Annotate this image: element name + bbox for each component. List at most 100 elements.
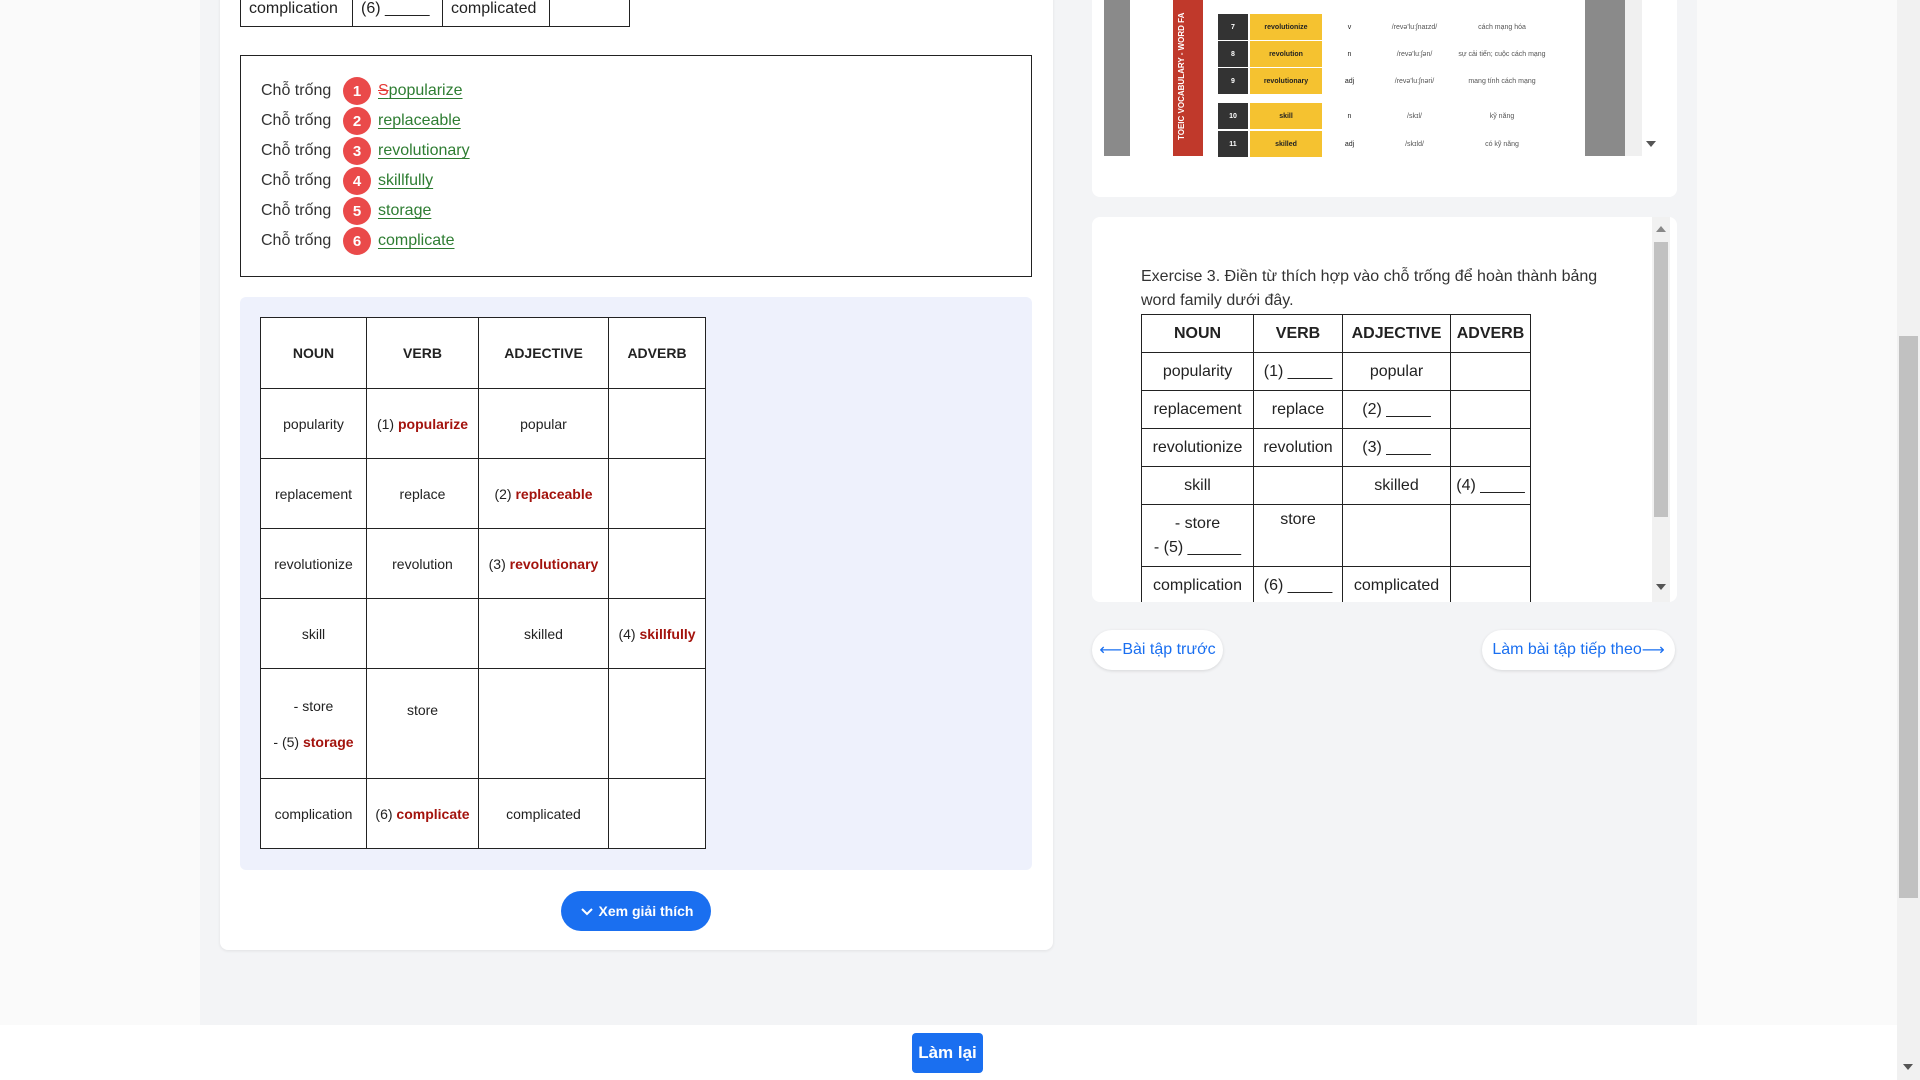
table-cell: popular bbox=[1342, 352, 1451, 391]
answer-text[interactable]: revolutionary bbox=[378, 142, 470, 160]
table-cell bbox=[1342, 504, 1451, 567]
table-cell: complicated bbox=[1342, 566, 1451, 602]
blank-number-badge: 2 bbox=[343, 107, 371, 135]
view-explanation-label: Xem giải thích bbox=[598, 903, 694, 919]
table-row: popularity (1) popularize popular bbox=[260, 388, 706, 459]
table-row: popularity (1) _____ popular bbox=[1141, 352, 1531, 391]
table-row: complication (6) complicate complicated bbox=[260, 778, 706, 849]
cell-line: - (5) storage bbox=[261, 734, 366, 750]
vocab-number: 7 bbox=[1218, 14, 1248, 40]
previous-exercise-label: Bài tập trước bbox=[1122, 641, 1216, 658]
answer-text[interactable]: Spopularize bbox=[378, 82, 463, 100]
vocabulary-row: 7 revolutionize v /revə'luːʃnaɪzd/ cách … bbox=[1218, 14, 1552, 40]
vocab-meaning: mang tính cách mạng bbox=[1468, 77, 1536, 85]
answer-word: popularize bbox=[388, 82, 463, 99]
table-row: skill skilled (4) _____ bbox=[1141, 466, 1531, 505]
page-scrollbar-thumb[interactable] bbox=[1899, 336, 1918, 898]
blank-prefix: (1) bbox=[376, 415, 398, 432]
vocab-pos: v bbox=[1347, 23, 1352, 31]
page-scroll-down-icon[interactable] bbox=[1903, 1064, 1913, 1070]
header-noun: NOUN bbox=[1141, 314, 1254, 353]
table-cell: complication bbox=[240, 0, 353, 27]
next-exercise-label: Làm bài tập tiếp theo bbox=[1492, 641, 1642, 658]
table-row: complication (6) _____ complicated bbox=[240, 0, 630, 27]
scroll-down-icon[interactable] bbox=[1646, 141, 1656, 147]
table-header-row: NOUN VERB ADJECTIVE ADVERB bbox=[1141, 314, 1531, 353]
exercise-scroll-area[interactable]: Exercise 3. Điền từ thích hợp vào chỗ tr… bbox=[1092, 217, 1652, 602]
vocab-meaning: có kỹ năng bbox=[1485, 140, 1519, 148]
table-cell: complicated bbox=[478, 778, 609, 849]
vocabulary-side-text: TOEIC VOCABULARY - WORD FA bbox=[1177, 12, 1186, 140]
table-cell bbox=[366, 598, 479, 669]
vocabulary-row: 11 skilled adj /skɪld/ có kỹ năng bbox=[1218, 131, 1552, 157]
blank-label: Chỗ trống bbox=[261, 172, 332, 189]
chevron-down-icon bbox=[580, 908, 593, 916]
table-row: revolutionize revolution (3) revolutiona… bbox=[260, 528, 706, 599]
next-exercise-button[interactable]: Làm bài tập tiếp theo ⟶ bbox=[1482, 630, 1675, 670]
header-adjective: ADJECTIVE bbox=[1342, 314, 1451, 353]
vocabulary-row: 8 revolution n /revə'luːʃən/ sự cải tiến… bbox=[1218, 41, 1552, 67]
answer-text[interactable]: replaceable bbox=[378, 112, 461, 130]
vocab-word: skilled bbox=[1250, 131, 1322, 157]
blank-prefix: - (5) bbox=[273, 733, 303, 750]
previous-exercise-button[interactable]: ⟵ Bài tập trước bbox=[1092, 630, 1223, 670]
redo-button[interactable]: Làm lại bbox=[912, 1033, 983, 1073]
table-cell: popularity bbox=[260, 388, 367, 459]
vocabulary-side-banner: TOEIC VOCABULARY - WORD FA bbox=[1173, 0, 1203, 156]
right-gutter bbox=[1697, 0, 1897, 1080]
table-cell: replace bbox=[1253, 390, 1343, 429]
table-cell: (6) _____ bbox=[352, 0, 443, 27]
exercise-scrollbar-thumb[interactable] bbox=[1654, 242, 1668, 517]
vocab-meaning: kỹ năng bbox=[1489, 112, 1515, 120]
answer-item-1: Chỗ trống 1 Spopularize bbox=[261, 77, 463, 105]
solution-panel: NOUN VERB ADJECTIVE ADVERB popularity (1… bbox=[240, 297, 1032, 870]
view-explanation-button[interactable]: Xem giải thích bbox=[561, 891, 711, 931]
table-cell: (4) _____ bbox=[1450, 466, 1531, 505]
image-scrollbar[interactable] bbox=[1625, 0, 1642, 156]
blank-number-badge: 1 bbox=[343, 77, 371, 105]
vocab-word: revolutionary bbox=[1250, 68, 1322, 94]
answer-text[interactable]: storage bbox=[378, 202, 431, 220]
table-cell: - store - (5) ______ bbox=[1141, 504, 1254, 567]
exercise-title: Exercise 3. Điền từ thích hợp vào chỗ tr… bbox=[1141, 268, 1598, 309]
table-cell: (2) _____ bbox=[1342, 390, 1451, 429]
table-row: complication (6) _____ complicated bbox=[1141, 566, 1531, 602]
blank-label: Chỗ trống bbox=[261, 112, 332, 129]
table-cell: (3) revolutionary bbox=[478, 528, 609, 599]
blank-number-badge: 4 bbox=[343, 167, 371, 195]
header-noun: NOUN bbox=[260, 317, 367, 389]
table-cell: (2) replaceable bbox=[478, 458, 609, 529]
table-cell: complication bbox=[1141, 566, 1254, 602]
header-verb: VERB bbox=[366, 317, 479, 389]
answer-text[interactable]: skillfully bbox=[378, 172, 433, 190]
left-gutter bbox=[0, 0, 200, 1080]
answer-word: popularize bbox=[397, 415, 468, 432]
table-cell: skill bbox=[260, 598, 367, 669]
answer-word: storage bbox=[302, 733, 354, 750]
header-adjective: ADJECTIVE bbox=[478, 317, 609, 389]
answer-word: complicate bbox=[396, 805, 470, 822]
table-cell: replace bbox=[366, 458, 479, 529]
table-cell: popularity bbox=[1141, 352, 1254, 391]
table-row: - store - (5) ______ store bbox=[1141, 504, 1531, 567]
scroll-down-icon[interactable] bbox=[1656, 584, 1666, 590]
vocab-number: 11 bbox=[1218, 131, 1248, 157]
table-cell: (6) complicate bbox=[366, 778, 479, 849]
vocab-pos: adj bbox=[1344, 140, 1355, 148]
vocab-pos: adj bbox=[1344, 77, 1355, 85]
table-cell bbox=[608, 668, 706, 779]
answer-item-5: Chỗ trống 5 storage bbox=[261, 197, 431, 225]
table-cell bbox=[549, 0, 630, 27]
blank-prefix: (3) bbox=[488, 555, 510, 572]
answer-item-3: Chỗ trống 3 revolutionary bbox=[261, 137, 470, 165]
vocab-number: 9 bbox=[1218, 68, 1248, 94]
table-cell: popular bbox=[478, 388, 609, 459]
table-row: revolutionize revolution (3) _____ bbox=[1141, 428, 1531, 467]
answer-item-6: Chỗ trống 6 complicate bbox=[261, 227, 454, 255]
table-cell bbox=[1450, 428, 1531, 467]
scroll-up-icon[interactable] bbox=[1656, 226, 1666, 232]
struck-text: S bbox=[378, 82, 389, 99]
vocab-word: revolution bbox=[1250, 41, 1322, 67]
answer-word: replaceable bbox=[515, 485, 593, 502]
answer-text[interactable]: complicate bbox=[378, 232, 454, 250]
